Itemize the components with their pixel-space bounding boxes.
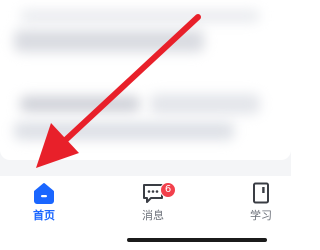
blurred-content-area: [0, 0, 291, 176]
unread-badge: 6: [160, 182, 176, 198]
blurred-line: [14, 30, 204, 52]
tab-home[interactable]: 首页: [14, 182, 74, 230]
blurred-line: [20, 96, 140, 112]
tab-home-label: 首页: [33, 209, 55, 222]
home-indicator[interactable]: [127, 238, 267, 242]
blurred-line: [20, 10, 260, 22]
book-icon: [253, 182, 269, 204]
tab-messages-label: 消息: [142, 209, 164, 222]
content-card: [0, 0, 291, 160]
home-icon: [34, 183, 54, 204]
tab-study-label: 学习: [250, 209, 272, 222]
tab-study[interactable]: 学习: [231, 182, 291, 230]
tab-messages[interactable]: 6 消息: [123, 182, 183, 230]
blurred-line: [14, 122, 234, 140]
blurred-line: [150, 94, 260, 114]
